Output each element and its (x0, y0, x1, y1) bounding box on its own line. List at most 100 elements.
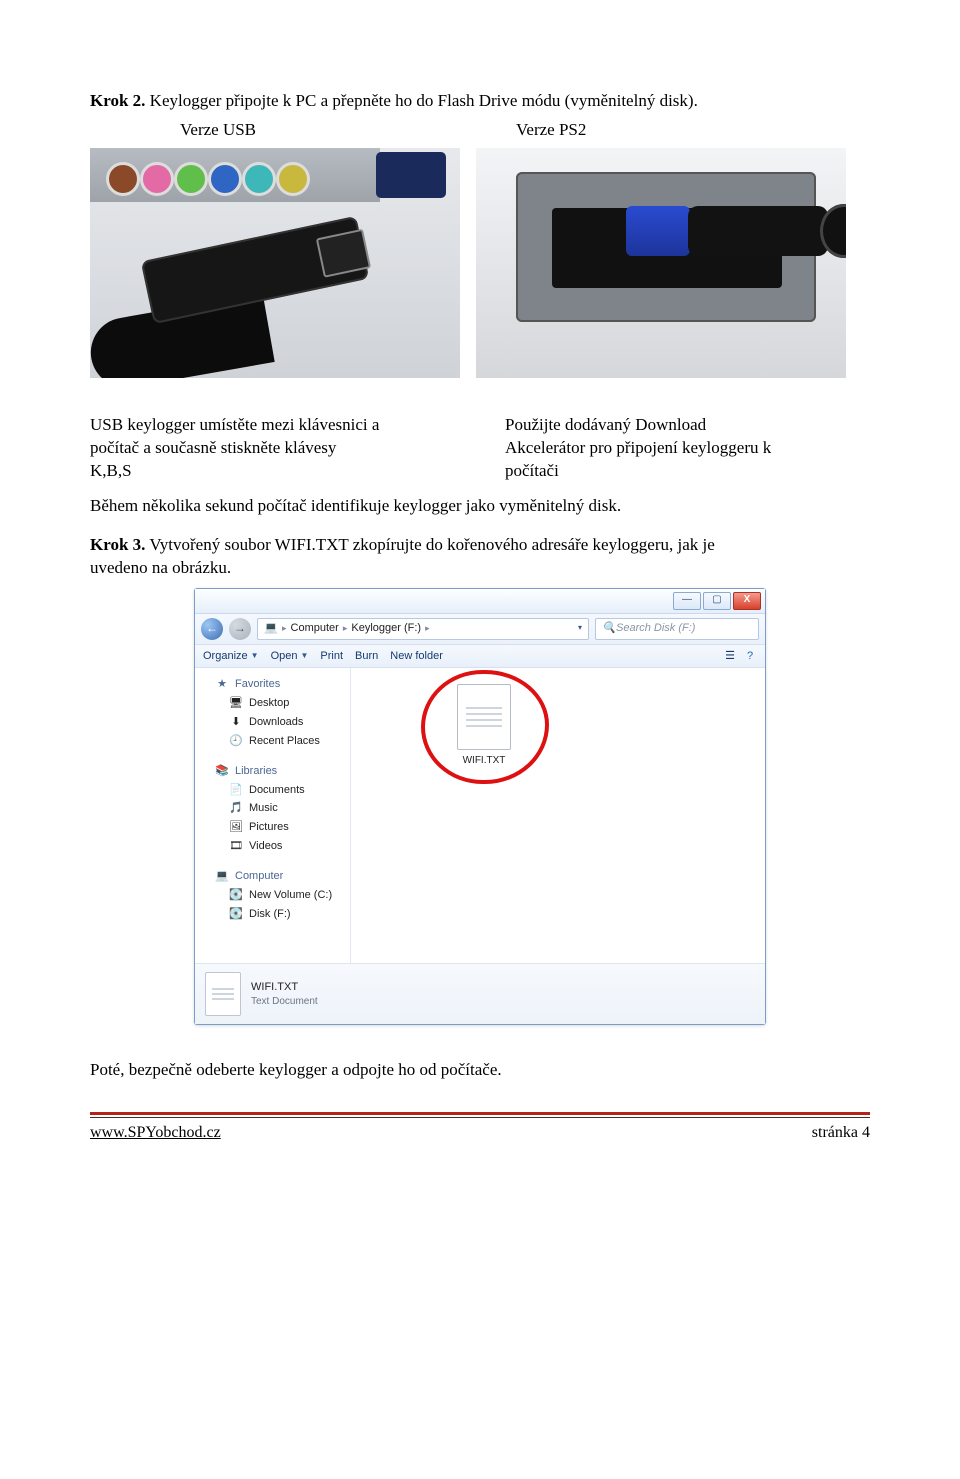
chevron-down-icon: ▼ (251, 651, 259, 662)
usb-port-opening-icon (316, 229, 371, 278)
vga-port-icon (376, 152, 446, 198)
explorer-details-pane: WIFI.TXT Text Document (195, 963, 765, 1024)
breadcrumb[interactable]: 💻 ▸ Computer ▸ Keylogger (F:) ▸ ▾ (257, 618, 589, 640)
new-folder-label: New folder (390, 649, 443, 664)
explorer-body: ★ Favorites 🖥 Desktop ⬇ Downloads 🕘 Rece… (195, 668, 765, 963)
sidebar-item-label: Downloads (249, 715, 303, 730)
details-file-type: Text Document (251, 995, 318, 1009)
usb-line3: K,B,S (90, 460, 455, 483)
version-row: Verze USB Verze PS2 (180, 119, 870, 142)
text-file-icon (457, 684, 511, 750)
search-icon: 🔍 (602, 622, 616, 636)
explorer-sidebar: ★ Favorites 🖥 Desktop ⬇ Downloads 🕘 Rece… (195, 668, 351, 963)
crumb-computer[interactable]: Computer (291, 621, 339, 636)
file-name-label: WIFI.TXT (441, 754, 527, 768)
chevron-right-icon: ▸ (343, 622, 348, 634)
organize-button[interactable]: Organize ▼ (203, 649, 259, 664)
step2-label: Krok 2. (90, 91, 145, 110)
sidebar-computer-header[interactable]: 💻 Computer (195, 866, 350, 886)
audio-port-icon (242, 162, 276, 196)
sidebar-item-videos[interactable]: 🎞 Videos (195, 837, 350, 856)
sidebar-item-recent[interactable]: 🕘 Recent Places (195, 732, 350, 751)
sidebar-item-downloads[interactable]: ⬇ Downloads (195, 713, 350, 732)
page-footer: www.SPYobchod.cz stránka 4 (90, 1112, 870, 1144)
crumb-keylogger[interactable]: Keylogger (F:) (351, 621, 421, 636)
step2-text: Keylogger připojte k PC a přepněte ho do… (150, 91, 698, 110)
videos-icon: 🎞 (229, 840, 243, 854)
music-icon: 🎵 (229, 802, 243, 816)
window-maximize-button[interactable]: ▢ (703, 592, 731, 610)
ps2-instruction: Použijte dodávaný Download Akcelerátor p… (505, 414, 870, 483)
chevron-right-icon: ▸ (425, 622, 430, 634)
burn-button[interactable]: Burn (355, 649, 378, 664)
new-folder-button[interactable]: New folder (390, 649, 443, 664)
sidebar-libraries-header[interactable]: 📚 Libraries (195, 761, 350, 781)
sidebar-item-label: Disk (F:) (249, 907, 291, 922)
address-bar: ← → 💻 ▸ Computer ▸ Keylogger (F:) ▸ ▾ 🔍 … (195, 614, 765, 645)
sidebar-item-label: New Volume (C:) (249, 888, 332, 903)
breadcrumb-dropdown-icon[interactable]: ▾ (578, 623, 582, 634)
details-file-name: WIFI.TXT (251, 980, 318, 995)
footer-divider-red (90, 1112, 870, 1115)
sidebar-item-label: Pictures (249, 820, 289, 835)
search-input[interactable]: 🔍 Search Disk (F:) (595, 618, 759, 640)
ps2-connector-icon (626, 206, 690, 256)
computer-icon: 💻 (264, 622, 278, 636)
sidebar-favorites-label: Favorites (235, 677, 280, 692)
step3-paragraph: Krok 3. Vytvořený soubor WIFI.TXT zkopír… (90, 534, 870, 580)
usb-line1: USB keylogger umístěte mezi klávesnici a (90, 414, 455, 437)
documents-icon: 📄 (229, 783, 243, 797)
audio-port-icon (174, 162, 208, 196)
footer-site-link[interactable]: www.SPYobchod.cz (90, 1122, 221, 1144)
recent-icon: 🕘 (229, 734, 243, 748)
libraries-icon: 📚 (215, 764, 229, 778)
sidebar-libraries-label: Libraries (235, 764, 277, 779)
sidebar-item-volume-c[interactable]: 💽 New Volume (C:) (195, 886, 350, 905)
nav-forward-button[interactable]: → (229, 618, 251, 640)
pictures-icon: 🖼 (229, 821, 243, 835)
sidebar-item-label: Recent Places (249, 734, 320, 749)
step2-paragraph: Krok 2. Keylogger připojte k PC a přepně… (90, 90, 870, 113)
sidebar-item-label: Desktop (249, 696, 289, 711)
open-button[interactable]: Open ▼ (271, 649, 309, 664)
usb-keylogger-image (90, 148, 460, 378)
window-close-button[interactable]: X (733, 592, 761, 610)
sidebar-item-label: Videos (249, 839, 282, 854)
audio-port-icon (106, 162, 140, 196)
step3-label: Krok 3. (90, 535, 145, 554)
view-options-icon[interactable]: ☰ (723, 649, 737, 663)
star-icon: ★ (215, 678, 229, 692)
help-icon[interactable]: ? (743, 649, 757, 663)
usb-instruction: USB keylogger umístěte mezi klávesnici a… (90, 414, 455, 483)
windows-explorer-window: — ▢ X ← → 💻 ▸ Computer ▸ Keylogger (F:) … (194, 588, 766, 1026)
text-file-icon (205, 972, 241, 1016)
sidebar-item-label: Documents (249, 783, 305, 798)
ps2-line1: Použijte dodávaný Download (505, 414, 870, 437)
identify-paragraph: Během několika sekund počítač identifiku… (90, 495, 870, 518)
version-usb-label: Verze USB (180, 119, 256, 142)
hardware-images-row (90, 148, 870, 378)
print-button[interactable]: Print (320, 649, 343, 664)
sidebar-item-disk-f[interactable]: 💽 Disk (F:) (195, 905, 350, 924)
sidebar-item-desktop[interactable]: 🖥 Desktop (195, 694, 350, 713)
usb-line2: počítač a současně stiskněte klávesy (90, 437, 455, 460)
ps2-keylogger-icon (688, 206, 828, 256)
nav-back-button[interactable]: ← (201, 618, 223, 640)
audio-port-icon (276, 162, 310, 196)
sidebar-item-pictures[interactable]: 🖼 Pictures (195, 818, 350, 837)
organize-label: Organize (203, 649, 248, 664)
sidebar-computer-label: Computer (235, 869, 283, 884)
file-item-wifi-txt[interactable]: WIFI.TXT (441, 684, 527, 768)
burn-label: Burn (355, 649, 378, 664)
window-minimize-button[interactable]: — (673, 592, 701, 610)
chevron-right-icon: ▸ (282, 622, 287, 634)
desktop-icon: 🖥 (229, 697, 243, 711)
print-label: Print (320, 649, 343, 664)
sidebar-item-label: Music (249, 801, 278, 816)
computer-icon: 💻 (215, 869, 229, 883)
explorer-content-pane[interactable]: WIFI.TXT (351, 668, 765, 963)
sidebar-item-music[interactable]: 🎵 Music (195, 799, 350, 818)
sidebar-item-documents[interactable]: 📄 Documents (195, 781, 350, 800)
sidebar-favorites-header[interactable]: ★ Favorites (195, 674, 350, 694)
open-label: Open (271, 649, 298, 664)
